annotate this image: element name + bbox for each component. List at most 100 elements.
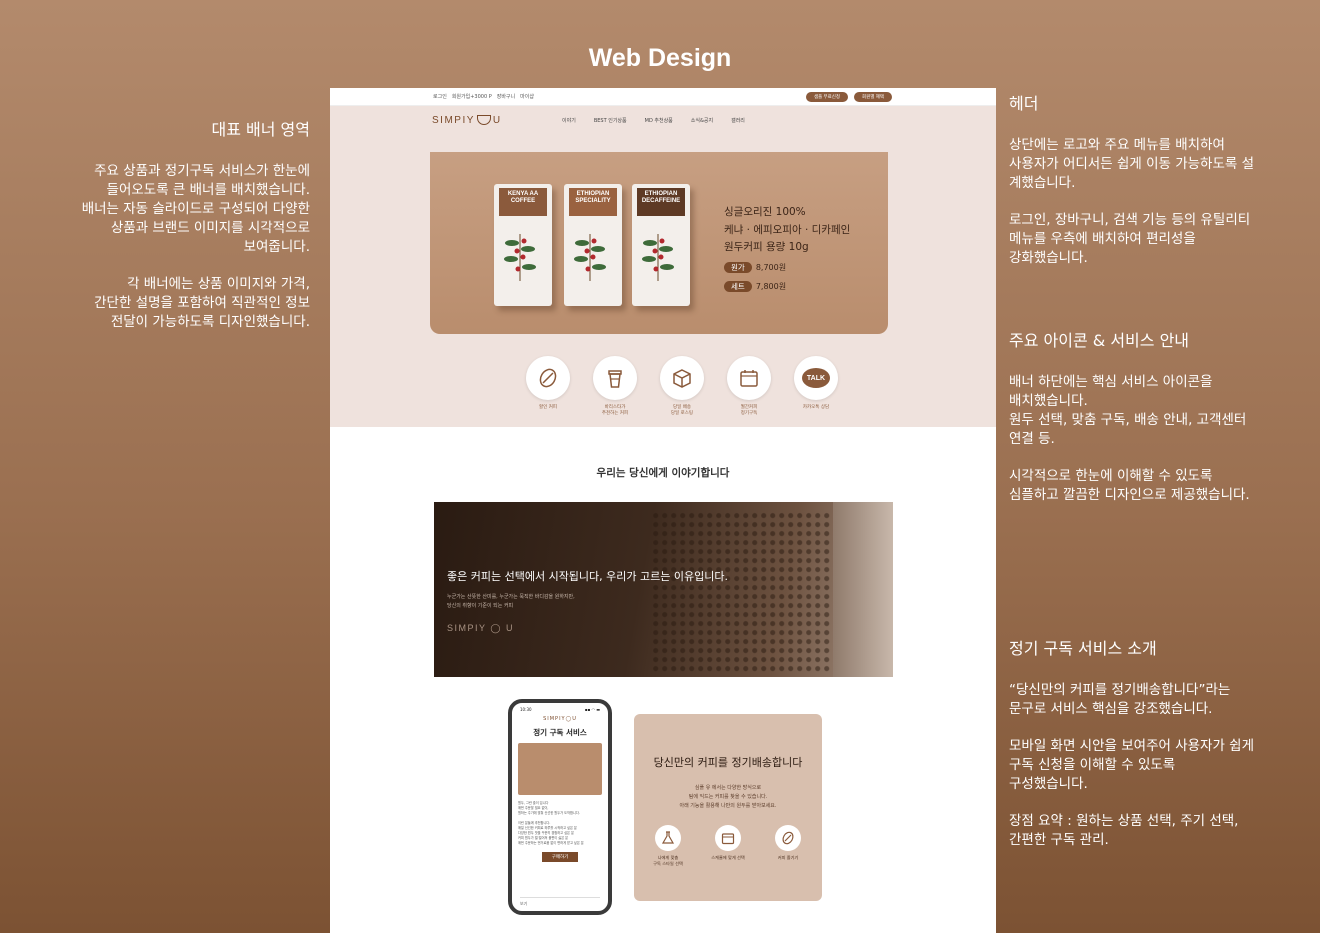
note-text: 시각적으로 한눈에 이해할 수 있도록 심플하고 깔끔한 디자인으로 제공했습니… [1009, 468, 1250, 503]
icon-label: 카카오톡 상담 [802, 405, 830, 410]
box-icon [673, 369, 691, 388]
note-text: 각 배너에는 상품 이미지와 가격, 간단한 설명을 포함하여 직관적인 정보 … [94, 276, 310, 330]
subscription-card: 당신만의 커피를 정기배송합니다 심플 유 에서는 다양한 방식으로 팀에 익드… [634, 714, 822, 901]
phone-logo: SIMPIY◯U [543, 716, 577, 722]
mobile-mockup: 10:30 ▪▪ ◠ ▬ SIMPIY◯U 정기 구독 서비스 원두, 그란 출… [508, 699, 612, 915]
hero-zone: SIMPIY U 이야기 BEST 인기상품 MD 추천상품 소식&공지 갤러리… [330, 106, 996, 427]
service-kakao[interactable]: TALK 카카오톡 상담 [794, 356, 838, 417]
cart-link[interactable]: 장바구니 [497, 93, 515, 100]
note-heading: 주요 아이콘 & 서비스 안내 [1009, 331, 1190, 350]
note-heading: 대표 배너 영역 [211, 120, 311, 139]
story-headline: 좋은 커피는 선택에서 시작됩니다, 우리가 고르는 이유입니다. [447, 570, 728, 583]
icon-label: 당일 배송 당일 로스팅 [670, 405, 694, 416]
icon-label: 월간커피 정기구독 [740, 405, 758, 416]
coffee-cup-icon [608, 370, 622, 388]
phone-time: 10:30 [520, 707, 532, 712]
utility-bar: 로그인 회원가입+3000 P 장바구니 마이샵 샘플 무료신청 회원별 혜택 [330, 88, 996, 106]
note-heading: 헤더 [1009, 94, 1039, 113]
main-nav: SIMPIY U 이야기 BEST 인기상품 MD 추천상품 소식&공지 갤러리 [330, 106, 996, 134]
note-subscription: 정기 구독 서비스 소개 “당신만의 커피를 정기배송합니다”라는 문구로 서비… [1009, 635, 1299, 850]
coffee-plant-icon [504, 234, 536, 281]
story-logo: SIMPIY ◯ U [447, 623, 514, 633]
price-value: 8,700원 [755, 262, 787, 272]
logo-tail: U [505, 623, 514, 633]
note-text: 배너 하단에는 핵심 서비스 아이콘을 배치했습니다. 원두 선택, 맞춤 구독… [1009, 374, 1247, 447]
sub-label: 나에게 맞춤 구독 스타일 선택 [653, 855, 683, 866]
subscription-text: 심플 유 에서는 다양한 방식으로 팀에 익드는 커피를 찾을 수 있습니다. … [679, 785, 777, 809]
coffee-bag: KENYA AA COFFEE [494, 184, 552, 306]
story-banner: 좋은 커피는 선택에서 시작됩니다, 우리가 고르는 이유입니다. 누군가는 산… [434, 502, 893, 677]
logo-tail: U [572, 716, 577, 722]
service-discount[interactable]: 할인 커피 [526, 356, 570, 417]
service-icons: 할인 커피 바리스타가 추천하는 커피 당일 배송 당일 로스팅 월간커피 정기… [526, 356, 838, 417]
coffee-plant-icon [642, 234, 674, 281]
nav-item-md[interactable]: MD 추천상품 [645, 117, 673, 124]
coffee-bag: ETHIOPIAN SPECIALITY [564, 184, 622, 306]
main-banner[interactable]: KENYA AA COFFEE ETHIOPIAN SPECIALITY ETH… [430, 152, 888, 334]
phone-text: 원두, 그란 출이 입니다 매번 주문할 필요 없이, 원하는 주기에 맞춰 신… [518, 801, 584, 845]
note-text: 주요 상품과 정기구독 서비스가 한눈에 들어오도록 큰 배너를 배치했습니다.… [81, 163, 310, 255]
bag-label: ETHIOPIAN SPECIALITY [569, 188, 617, 216]
member-benefit-button[interactable]: 회원별 혜택 [854, 91, 892, 102]
coffee-bag: ETHIOPIAN DECAFFEINE [632, 184, 690, 306]
icon-label: 할인 커피 [539, 405, 557, 410]
buy-button[interactable]: 구매하기 [541, 852, 579, 862]
page-title: Web Design [588, 44, 732, 72]
banner-line: 싱글오리진 100% [724, 206, 806, 218]
phone-title: 정기 구독 서비스 [533, 728, 587, 737]
banner-line: 케냐 · 에피오피아 · 디카페인 [724, 223, 851, 236]
banner-copy: 싱글오리진 100% 케냐 · 에피오피아 · 디카페인 원두커피 용량 10g… [724, 204, 850, 296]
sub-option-schedule[interactable]: 스케쥴에 맞게 선택 [709, 825, 747, 867]
section-title: 우리는 당신에게 이야기합니다 [596, 467, 730, 479]
logo-text: SIMPIY [432, 114, 475, 126]
free-sample-button[interactable]: 샘플 무료신청 [805, 91, 849, 102]
subscription-title: 당신만의 커피를 정기배송합니다 [653, 756, 803, 769]
bag-label: ETHIOPIAN DECAFFEINE [637, 188, 685, 216]
talk-icon: TALK [802, 368, 830, 388]
signup-link[interactable]: 회원가입+3000 P [452, 93, 492, 100]
note-header: 헤더 상단에는 로고와 주요 메뉴를 배치하여 사용자가 어디서든 쉽게 이동 … [1009, 90, 1299, 268]
sub-label: 커피 즐기기 [777, 855, 799, 860]
website-mockup: 로그인 회원가입+3000 P 장바구니 마이샵 샘플 무료신청 회원별 혜택 … [330, 88, 996, 933]
myshop-link[interactable]: 마이샵 [520, 93, 534, 100]
price-value: 7,800원 [755, 282, 787, 291]
logo-text: SIMPIY [543, 716, 566, 722]
phone-status-bar: 10:30 ▪▪ ◠ ▬ [512, 703, 608, 716]
nav-item-story[interactable]: 이야기 [562, 117, 576, 124]
calendar-icon [740, 370, 758, 387]
note-text: 로그인, 장바구니, 검색 기능 등의 유틸리티 메뉴를 우측에 배치하여 편리… [1009, 212, 1251, 266]
price-row: 세트 7,800원 [724, 278, 850, 296]
phone-banner-image [518, 743, 602, 795]
sub-option-enjoy[interactable]: 커피 즐기기 [769, 825, 807, 867]
logo-text: SIMPIY [447, 623, 487, 633]
note-text: “당신만의 커피를 정기배송합니다”라는 문구로 서비스 핵심을 강조했습니다. [1009, 682, 1231, 717]
coffee-bean-icon [782, 831, 794, 845]
service-barista[interactable]: 바리스타가 추천하는 커피 [593, 356, 637, 417]
coffee-bean-icon [539, 368, 557, 388]
cup-icon [476, 115, 491, 125]
service-delivery[interactable]: 당일 배송 당일 로스팅 [660, 356, 704, 417]
story-subtext: 누군가는 산뜻한 산미를, 누군가는 묵직한 바디감을 원하지만, 당신의 취향… [447, 594, 575, 609]
nav-item-news[interactable]: 소식&공지 [691, 117, 713, 124]
roaster-image [833, 502, 893, 677]
note-text: 상단에는 로고와 주요 메뉴를 배치하여 사용자가 어디서든 쉽게 이동 가능하… [1009, 137, 1255, 191]
sub-option-style[interactable]: 나에게 맞춤 구독 스타일 선택 [649, 825, 687, 867]
login-link[interactable]: 로그인 [433, 93, 447, 100]
calendar-icon [721, 833, 735, 845]
brand-logo[interactable]: SIMPIY U [432, 115, 562, 126]
note-text: 모바일 화면 시안을 보여주어 사용자가 쉽게 구독 신청을 이해할 수 있도록… [1009, 738, 1255, 792]
note-icons: 주요 아이콘 & 서비스 안내 배너 하단에는 핵심 서비스 아이콘을 배치했습… [1009, 327, 1299, 505]
note-banner-area: 대표 배너 영역 주요 상품과 정기구독 서비스가 한눈에 들어오도록 큰 배너… [10, 116, 310, 332]
flask-icon [661, 831, 675, 844]
price-tag: 원가 [724, 261, 752, 273]
phone-signal: ▪▪ ◠ ▬ [584, 707, 600, 712]
coffee-beans-image [653, 512, 853, 672]
icon-label: 바리스타가 추천하는 커피 [601, 405, 629, 416]
nav-item-gallery[interactable]: 갤러리 [731, 117, 745, 124]
service-monthly[interactable]: 월간커피 정기구독 [727, 356, 771, 417]
sub-label: 스케쥴에 맞게 선택 [711, 855, 745, 860]
price-row: 원가 8,700원 [724, 259, 850, 277]
banner-line: 원두커피 용량 10g [724, 241, 809, 253]
nav-item-best[interactable]: BEST 인기상품 [594, 117, 627, 124]
note-heading: 정기 구독 서비스 소개 [1009, 639, 1157, 658]
